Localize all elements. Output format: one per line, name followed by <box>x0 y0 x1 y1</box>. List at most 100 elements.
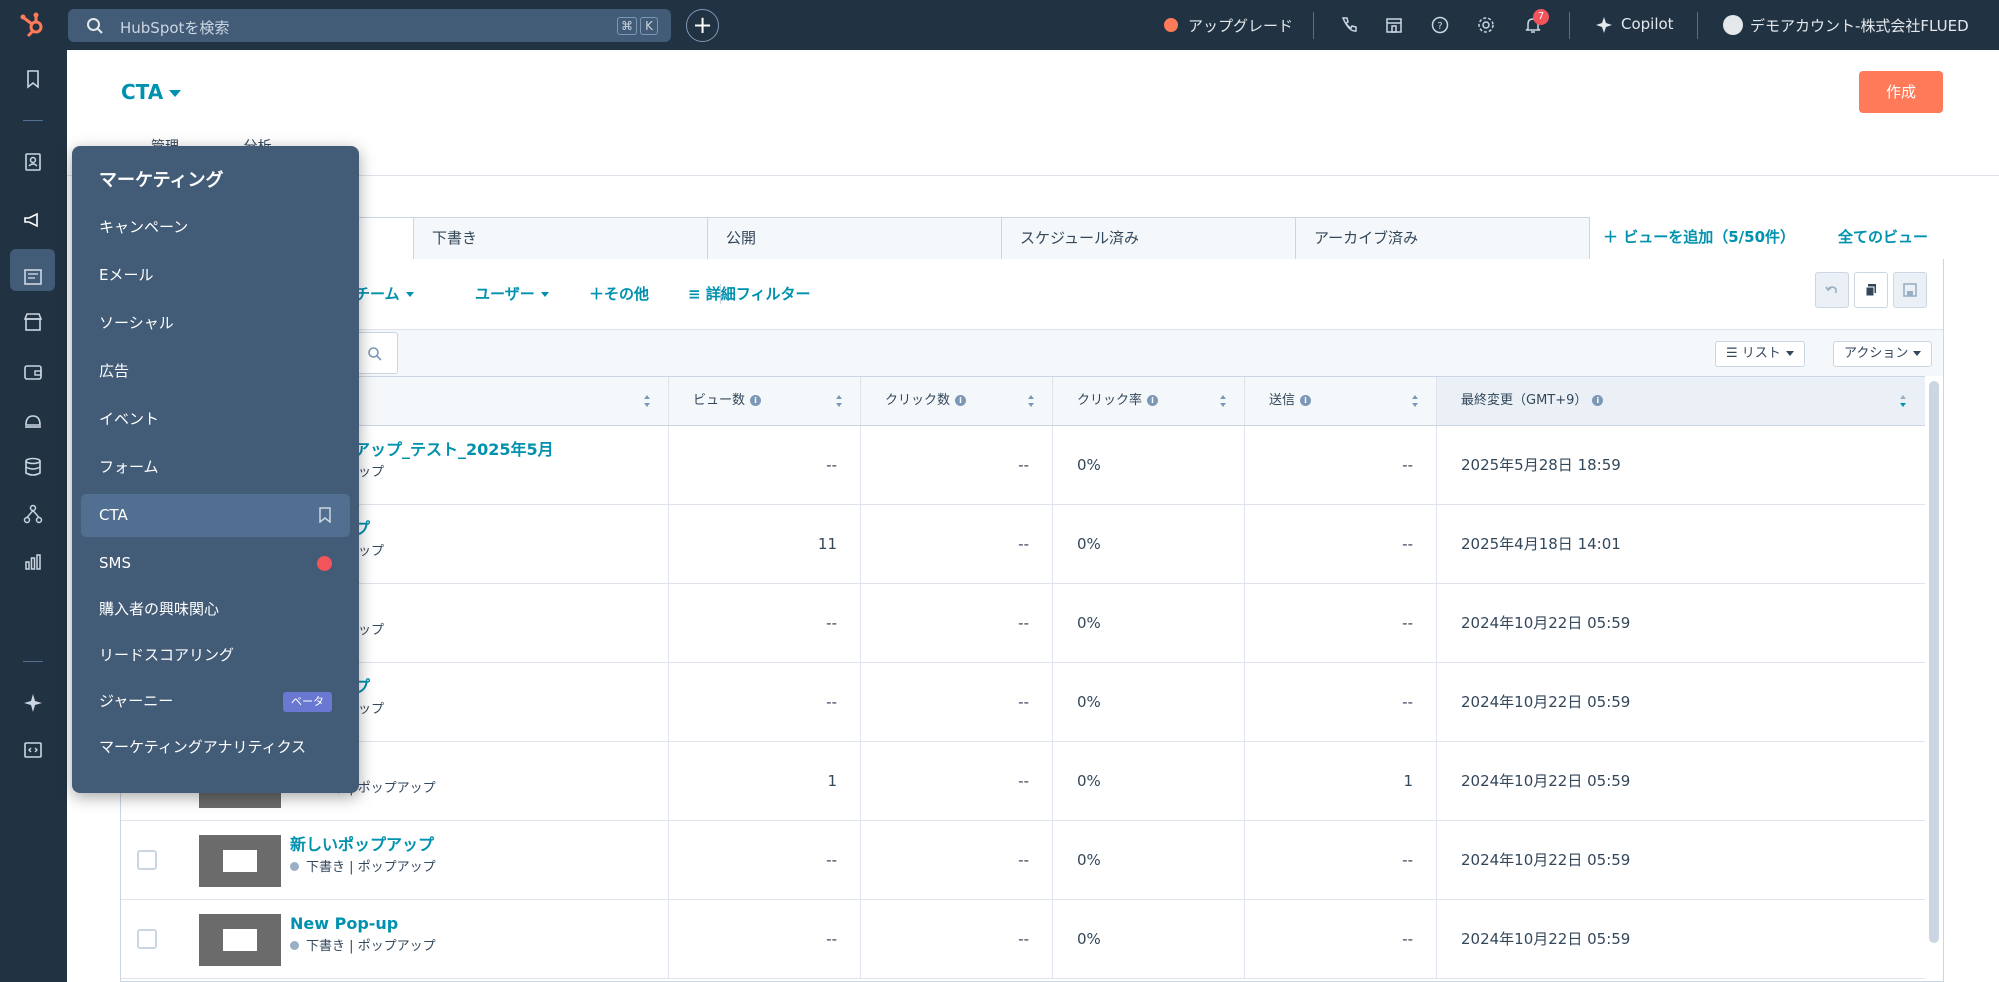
view-tab-draft[interactable]: 下書き <box>413 217 708 260</box>
sort-icon <box>1412 395 1418 407</box>
copy-icon <box>1865 284 1876 297</box>
table-row[interactable]: ップアップポップアップ11--0%--2025年4月18日 14:01 <box>121 505 1925 584</box>
thumbnail-preview <box>223 850 257 872</box>
status-dot-icon <box>290 862 299 871</box>
menu-item-buyer-intent[interactable]: 購入者の興味関心 <box>81 588 350 631</box>
menu-item-forms[interactable]: フォーム <box>81 446 350 489</box>
menu-item-journeys[interactable]: ジャーニー ベータ <box>81 680 350 723</box>
object-switcher-dropdown[interactable]: CTA <box>121 80 182 104</box>
bookmark-icon[interactable] <box>21 67 45 91</box>
create-button[interactable]: 作成 <box>1859 71 1943 113</box>
commerce-store-icon[interactable] <box>21 310 45 334</box>
table-scrollbar[interactable] <box>1929 381 1939 943</box>
rail-divider <box>23 661 43 662</box>
copilot-button[interactable]: Copilot <box>1621 15 1674 33</box>
reporting-bar-chart-icon[interactable] <box>21 550 45 574</box>
quick-create-button[interactable]: + <box>686 9 719 42</box>
menu-item-label: 広告 <box>99 362 130 380</box>
menu-item-campaigns[interactable]: キャンペーン <box>81 206 350 249</box>
marketplace-icon[interactable] <box>1384 15 1404 35</box>
view-tab-scheduled[interactable]: スケジュール済み <box>1001 217 1296 260</box>
menu-title: マーケティング <box>99 170 224 191</box>
list-view-toggle[interactable]: ☰ リスト <box>1715 341 1805 367</box>
more-filters-button[interactable]: ＋その他 <box>589 283 649 304</box>
table-row[interactable]: グポップアップ_テスト_2025年5月ポップアップ----0%--2025年5月… <box>121 426 1925 505</box>
menu-item-email[interactable]: Eメール <box>81 254 350 297</box>
hubspot-logo-icon[interactable] <box>18 10 48 40</box>
cta-name-link[interactable]: 新しいポップアップ <box>290 835 434 855</box>
last-modified-column-header[interactable]: 最終変更（GMT+9） i <box>1436 377 1925 425</box>
developer-code-icon[interactable] <box>21 738 45 762</box>
marketing-megaphone-icon[interactable] <box>21 208 45 232</box>
chevron-down-icon <box>169 90 182 97</box>
menu-item-sms[interactable]: SMS <box>81 542 350 585</box>
service-bell-icon[interactable] <box>21 408 45 432</box>
views-column-header[interactable]: ビュー数 i <box>668 377 861 425</box>
table-toolbar: ☰ リスト アクション <box>121 329 1943 376</box>
sort-icon <box>1220 395 1226 407</box>
upgrade-link[interactable]: アップグレード <box>1188 15 1293 36</box>
contacts-icon[interactable] <box>21 150 45 174</box>
info-icon[interactable]: i <box>750 395 762 406</box>
help-icon[interactable]: ? <box>1430 15 1450 35</box>
submissions-column-header[interactable]: 送信 i <box>1244 377 1437 425</box>
cta-thumbnail[interactable] <box>199 914 281 966</box>
menu-item-marketing-analytics[interactable]: マーケティングアナリティクス <box>81 726 350 769</box>
info-icon[interactable]: i <box>955 395 967 406</box>
clone-view-button[interactable] <box>1854 272 1888 308</box>
view-tab-archived[interactable]: アーカイブ済み <box>1295 217 1590 260</box>
view-tab-label: アーカイブ済み <box>1314 229 1419 247</box>
menu-item-social[interactable]: ソーシャル <box>81 302 350 345</box>
row-checkbox[interactable] <box>137 929 157 949</box>
menu-item-ads[interactable]: 広告 <box>81 350 350 393</box>
actions-dropdown[interactable]: アクション <box>1833 341 1933 367</box>
info-icon[interactable]: i <box>1300 395 1312 406</box>
cta-thumbnail[interactable] <box>199 835 281 887</box>
breeze-ai-sparkle-icon[interactable] <box>21 691 45 715</box>
bookmark-icon[interactable] <box>318 507 332 523</box>
marketing-nav-menu: マーケティング キャンペーン Eメールソーシャル広告イベントフォーム CTA SMS 購… <box>72 146 359 793</box>
data-database-icon[interactable] <box>21 455 45 479</box>
global-search-input[interactable]: HubSpotを検索 ⌘ K <box>68 9 671 42</box>
chevron-down-icon <box>1913 351 1922 356</box>
add-view-button[interactable]: ＋ ビューを追加（5/50件） <box>1603 226 1795 247</box>
clicks-cell: -- <box>860 426 1053 504</box>
clicks-column-header[interactable]: クリック数 i <box>860 377 1053 425</box>
phone-icon[interactable] <box>1339 15 1359 35</box>
row-checkbox[interactable] <box>137 850 157 870</box>
thumbnail-preview <box>223 929 257 951</box>
account-avatar[interactable] <box>1723 15 1743 35</box>
advanced-filters-button[interactable]: ≡ 詳細フィルター <box>688 283 811 304</box>
ctr-column-header[interactable]: クリック率 i <box>1052 377 1245 425</box>
search-icon <box>87 18 103 34</box>
automation-workflow-icon[interactable] <box>21 502 45 526</box>
sort-descending-icon <box>1900 395 1906 407</box>
clicks-header-label: クリック数 <box>885 393 951 408</box>
cta-name-link[interactable]: New Pop-up <box>290 914 398 934</box>
account-menu[interactable]: デモアカウント-株式会社FLUED <box>1750 15 1969 36</box>
all-views-link[interactable]: 全てのビュー <box>1838 226 1928 247</box>
views-cell: 11 <box>668 505 861 583</box>
menu-item-label: ソーシャル <box>99 314 174 332</box>
menu-item-cta[interactable]: CTA <box>81 494 350 537</box>
settings-gear-icon[interactable] <box>1476 15 1496 35</box>
save-view-button[interactable] <box>1893 272 1927 308</box>
table-row[interactable]: New Pop-up 下書き | ポップアップ -- -- 0% -- 2024年10月22… <box>121 900 1925 979</box>
info-icon[interactable]: i <box>1147 395 1159 406</box>
table-row[interactable]: 新しいポップアップ 下書き | ポップアップ -- -- 0% -- 2024年10月22日… <box>121 821 1925 900</box>
menu-item-lead-scoring[interactable]: リードスコアリング <box>81 634 350 677</box>
table-row[interactable]: -upポップアップ----0%--2024年10月22日 05:59 <box>121 584 1925 663</box>
table-row[interactable]: -up公開中 | ポップアップ1--0%12024年10月22日 05:59 <box>121 742 1925 821</box>
content-icon[interactable] <box>21 265 45 289</box>
sales-wallet-icon[interactable] <box>21 360 45 384</box>
user-filter[interactable]: ユーザー <box>475 283 549 304</box>
list-icon: ☰ <box>1726 346 1742 361</box>
table-row[interactable]: ップアップポップアップ----0%--2024年10月22日 05:59 <box>121 663 1925 742</box>
views-cell: 1 <box>668 742 861 820</box>
menu-item-events[interactable]: イベント <box>81 398 350 441</box>
reset-view-button[interactable] <box>1815 272 1849 308</box>
info-icon[interactable]: i <box>1592 395 1604 406</box>
team-filter[interactable]: チーム <box>355 283 414 304</box>
page-title: CTA <box>121 80 164 104</box>
view-tab-published[interactable]: 公開 <box>707 217 1002 260</box>
